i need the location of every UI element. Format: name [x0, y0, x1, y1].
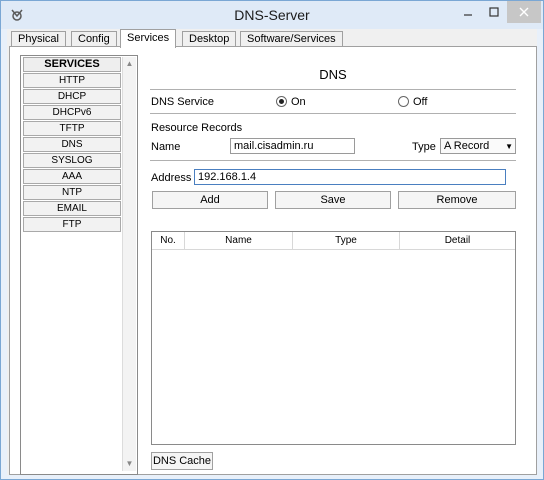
services-list: SERVICES HTTP DHCP DHCPv6 TFTP DNS SYSLO… [22, 57, 122, 471]
records-table: No. Name Type Detail [151, 231, 516, 445]
window-content: Physical Config Services Desktop Softwar… [7, 29, 537, 475]
records-table-header: No. Name Type Detail [152, 232, 515, 250]
save-button[interactable]: Save [275, 191, 391, 209]
dns-on-label: On [291, 96, 306, 108]
divider [150, 113, 516, 114]
column-header-name: Name [185, 232, 293, 250]
tab-services[interactable]: Services [120, 29, 177, 48]
service-item-dhcp[interactable]: DHCP [23, 89, 121, 104]
scroll-down-icon[interactable]: ▼ [123, 457, 136, 471]
app-window: DNS-Server Physical Config Services Desk… [0, 0, 544, 480]
services-header: SERVICES [23, 57, 121, 72]
tab-software-services[interactable]: Software/Services [240, 31, 343, 47]
scroll-up-icon[interactable]: ▲ [123, 57, 136, 71]
service-item-ntp[interactable]: NTP [23, 185, 121, 200]
service-item-aaa[interactable]: AAA [23, 169, 121, 184]
service-item-syslog[interactable]: SYSLOG [23, 153, 121, 168]
services-list-frame: SERVICES HTTP DHCP DHCPv6 TFTP DNS SYSLO… [20, 55, 138, 475]
service-item-email[interactable]: EMAIL [23, 201, 121, 216]
maximize-icon [489, 7, 499, 17]
service-item-http[interactable]: HTTP [23, 73, 121, 88]
service-item-ftp[interactable]: FTP [23, 217, 121, 232]
address-label: Address [151, 172, 192, 184]
minimize-button[interactable] [455, 1, 481, 23]
chevron-down-icon: ▼ [505, 142, 513, 151]
column-header-no: No. [152, 232, 185, 250]
column-header-type: Type [293, 232, 400, 250]
service-item-tftp[interactable]: TFTP [23, 121, 121, 136]
dns-title: DNS [319, 67, 347, 82]
type-label: Type [412, 141, 436, 153]
type-select[interactable]: A Record ▼ [440, 138, 516, 154]
minimize-icon [464, 14, 472, 16]
dns-off-radio[interactable] [398, 96, 409, 107]
resource-records-label: Resource Records [151, 122, 243, 134]
dns-service-label: DNS Service [151, 96, 214, 108]
remove-button[interactable]: Remove [398, 191, 516, 209]
divider [150, 89, 516, 90]
service-item-dhcpv6[interactable]: DHCPv6 [23, 105, 121, 120]
dns-on-radio[interactable] [276, 96, 287, 107]
tab-physical[interactable]: Physical [11, 31, 66, 47]
column-header-detail: Detail [444, 235, 471, 246]
close-icon [519, 7, 529, 17]
maximize-button[interactable] [481, 1, 507, 23]
titlebar: DNS-Server [1, 1, 543, 29]
tab-desktop[interactable]: Desktop [182, 31, 237, 47]
services-scrollbar[interactable]: ▲ ▼ [122, 57, 136, 471]
dns-off-label: Off [413, 96, 428, 108]
type-select-value: A Record [444, 140, 490, 152]
divider [150, 160, 516, 161]
add-button[interactable]: Add [152, 191, 268, 209]
name-label: Name [151, 141, 181, 153]
services-panel: SERVICES HTTP DHCP DHCPv6 TFTP DNS SYSLO… [9, 46, 537, 475]
address-input[interactable]: 192.168.1.4 [194, 169, 506, 185]
close-button[interactable] [507, 1, 541, 23]
tab-config[interactable]: Config [71, 31, 117, 47]
name-input[interactable]: mail.cisadmin.ru [230, 138, 355, 154]
dns-cache-button[interactable]: DNS Cache [151, 452, 213, 470]
service-item-dns[interactable]: DNS [23, 137, 121, 152]
